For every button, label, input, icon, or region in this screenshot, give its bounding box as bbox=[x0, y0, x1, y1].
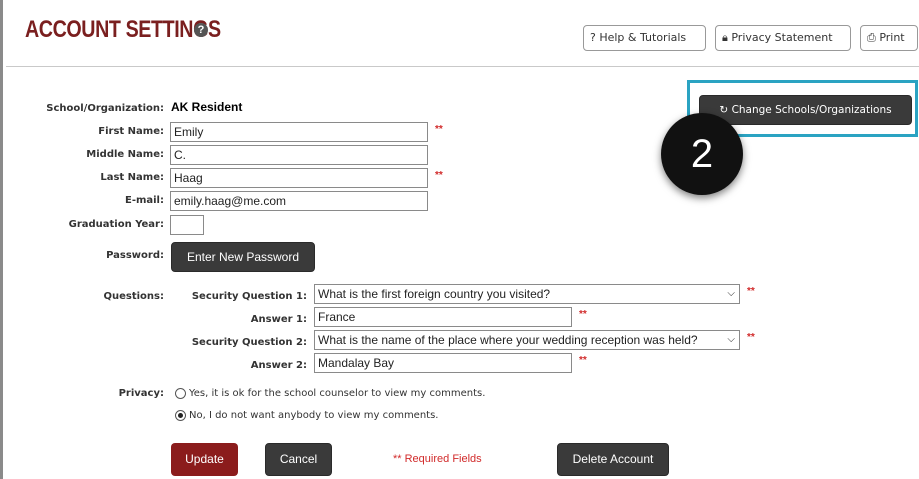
update-button[interactable]: Update bbox=[171, 443, 238, 476]
questions-label: Questions: bbox=[103, 291, 164, 302]
answer-1-label: Answer 1: bbox=[250, 314, 307, 325]
required-marker: ** bbox=[747, 286, 755, 297]
security-question-1-select[interactable]: What is the first foreign country you vi… bbox=[314, 284, 740, 304]
print-button[interactable]: ⎙ Print bbox=[860, 25, 918, 51]
chevron-down-icon: ⌵ bbox=[727, 334, 735, 345]
middle-name-label: Middle Name: bbox=[86, 149, 164, 160]
delete-account-button[interactable]: Delete Account bbox=[557, 443, 669, 476]
required-marker: ** bbox=[579, 355, 587, 366]
header-divider bbox=[6, 66, 919, 67]
school-label: School/Organization: bbox=[46, 103, 164, 114]
security-question-2-select[interactable]: What is the name of the place where your… bbox=[314, 330, 740, 350]
help-tutorials-button[interactable]: ? Help & Tutorials bbox=[583, 25, 706, 51]
password-label: Password: bbox=[106, 250, 164, 261]
privacy-yes-radio[interactable] bbox=[175, 388, 186, 399]
cancel-button[interactable]: Cancel bbox=[265, 443, 332, 476]
graduation-year-label: Graduation Year: bbox=[68, 219, 164, 230]
required-marker: ** bbox=[435, 170, 443, 181]
security-question-2-label: Security Question 2: bbox=[191, 337, 307, 348]
privacy-statement-button[interactable]: 🔒︎ Privacy Statement bbox=[715, 25, 851, 51]
answer-2-field[interactable]: Mandalay Bay bbox=[314, 353, 572, 373]
printer-icon: ⎙ bbox=[867, 31, 876, 44]
first-name-field[interactable]: Emily bbox=[170, 122, 428, 142]
security-question-1-value: What is the first foreign country you vi… bbox=[318, 287, 551, 301]
page-title: ACCOUNT SETTINGS bbox=[25, 16, 221, 43]
email-field[interactable]: emily.haag@me.com bbox=[170, 191, 428, 211]
required-marker: ** bbox=[579, 309, 587, 320]
graduation-year-field[interactable] bbox=[170, 215, 204, 235]
first-name-label: First Name: bbox=[98, 126, 164, 137]
required-marker: ** bbox=[747, 332, 755, 343]
last-name-label: Last Name: bbox=[100, 172, 164, 183]
answer-1-field[interactable]: France bbox=[314, 307, 572, 327]
required-fields-note: ** Required Fields bbox=[393, 453, 482, 465]
required-marker: ** bbox=[435, 124, 443, 135]
print-label: Print bbox=[879, 31, 905, 44]
middle-name-field[interactable]: C. bbox=[170, 145, 428, 165]
lock-icon: 🔒︎ bbox=[722, 31, 728, 44]
help-tutorials-label: ? Help & Tutorials bbox=[590, 31, 687, 44]
privacy-no-radio[interactable] bbox=[175, 410, 186, 421]
answer-2-label: Answer 2: bbox=[250, 360, 307, 371]
school-value: AK Resident bbox=[171, 100, 243, 114]
privacy-label: Privacy: bbox=[118, 388, 164, 399]
security-question-1-label: Security Question 1: bbox=[191, 291, 307, 302]
email-label: E-mail: bbox=[124, 195, 164, 206]
privacy-yes-label: Yes, it is ok for the school counselor t… bbox=[189, 388, 486, 399]
enter-new-password-button[interactable]: Enter New Password bbox=[171, 242, 315, 272]
privacy-statement-label: Privacy Statement bbox=[731, 31, 833, 44]
help-icon[interactable]: ? bbox=[194, 23, 208, 37]
last-name-field[interactable]: Haag bbox=[170, 168, 428, 188]
chevron-down-icon: ⌵ bbox=[727, 288, 735, 299]
callout-number-badge: 2 bbox=[661, 113, 743, 195]
account-settings-panel: ACCOUNT SETTINGS ? ? Help & Tutorials 🔒︎… bbox=[0, 0, 919, 479]
privacy-no-label: No, I do not want anybody to view my com… bbox=[189, 410, 439, 421]
security-question-2-value: What is the name of the place where your… bbox=[318, 333, 698, 347]
